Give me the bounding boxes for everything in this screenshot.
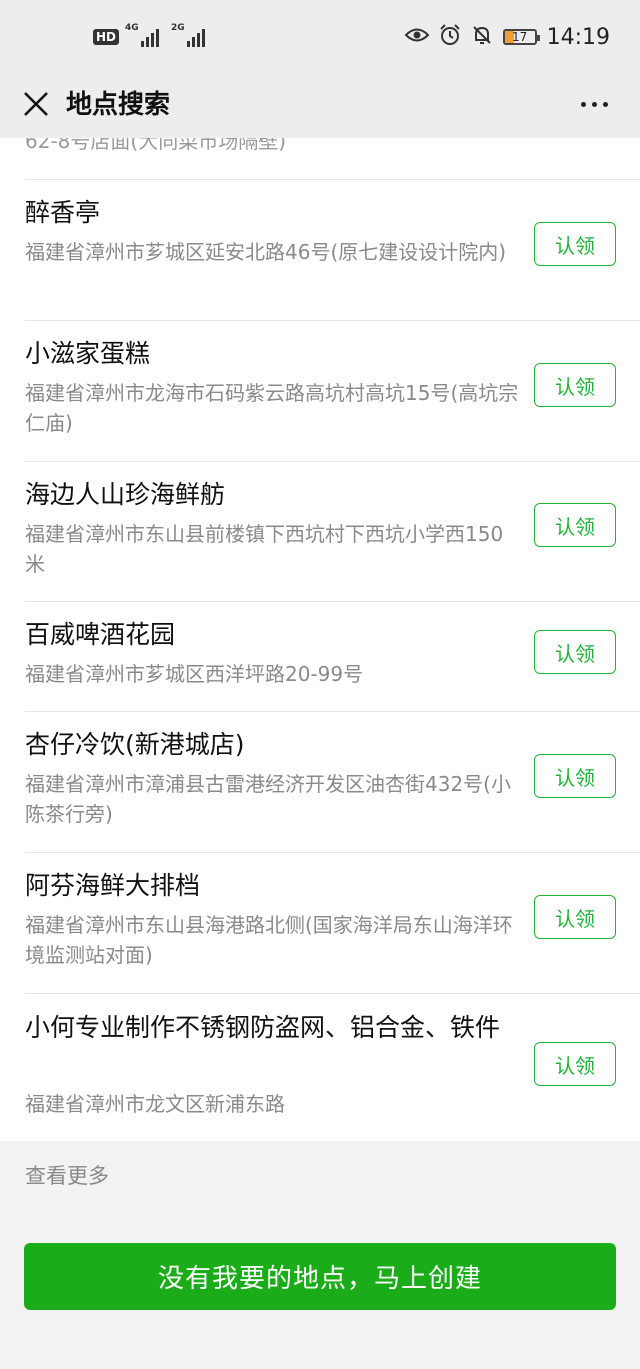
- list-item[interactable]: 海边人山珍海鲜舫 福建省漳州市东山县前楼镇下西坑村下西坑小学西150米 认领: [0, 462, 640, 602]
- eye-icon: [404, 25, 430, 49]
- list-item-partial-address: 62-8号店面(大同菜市场隔壁): [25, 138, 286, 153]
- hd-badge: HD: [93, 29, 120, 45]
- close-icon: [24, 92, 48, 116]
- battery-icon: 17: [502, 29, 540, 45]
- place-address: 福建省漳州市东山县前楼镇下西坑村下西坑小学西150米: [25, 522, 504, 576]
- place-name: 海边人山珍海鲜舫: [25, 480, 226, 509]
- place-address: 福建省漳州市龙海市石码紫云路高坑村高坑15号(高坑宗仁庙): [25, 381, 519, 435]
- place-address: 福建省漳州市芗城区延安北路46号(原七建设设计院内): [25, 240, 507, 264]
- create-place-button[interactable]: 没有我要的地点，马上创建: [24, 1243, 616, 1310]
- place-name: 阿芬海鲜大排档: [25, 871, 201, 900]
- more-dots-icon: [580, 101, 586, 107]
- place-address: 福建省漳州市芗城区西洋坪路20-99号: [25, 662, 364, 686]
- list-item[interactable]: 小何专业制作不锈钢防盗网、铝合金、铁件 福建省漳州市龙文区新浦东路 认领: [0, 994, 640, 1141]
- status-bar: HD 4G 2G 17 14:19: [0, 0, 640, 72]
- alarm-icon: [439, 23, 461, 51]
- status-right: 17 14:19: [404, 22, 610, 52]
- see-more-link[interactable]: 查看更多: [25, 1161, 109, 1191]
- claim-button[interactable]: 认领: [534, 363, 616, 407]
- place-name: 杏仔冷饮(新港城店): [25, 730, 245, 759]
- claim-button[interactable]: 认领: [534, 895, 616, 939]
- signal-icon-1: 4G: [125, 23, 160, 47]
- list-item[interactable]: 杏仔冷饮(新港城店) 福建省漳州市漳浦县古雷港经济开发区油杏街432号(小陈茶行…: [0, 712, 640, 853]
- status-left: HD 4G 2G: [93, 23, 206, 50]
- place-list[interactable]: 62-8号店面(大同菜市场隔壁) 醉香亭 福建省漳州市芗城区延安北路46号(原七…: [0, 138, 640, 1141]
- page-title: 地点搜索: [66, 90, 171, 120]
- claim-button[interactable]: 认领: [534, 222, 616, 266]
- claim-button[interactable]: 认领: [534, 503, 616, 547]
- signal-icon-2: 2G: [171, 23, 206, 47]
- place-name: 百威啤酒花园: [25, 620, 176, 649]
- place-name: 醉香亭: [25, 198, 101, 227]
- list-item[interactable]: 小滋家蛋糕 福建省漳州市龙海市石码紫云路高坑村高坑15号(高坑宗仁庙) 认领: [0, 321, 640, 462]
- list-item[interactable]: 百威啤酒花园 福建省漳州市芗城区西洋坪路20-99号 认领: [0, 602, 640, 712]
- place-name: 小何专业制作不锈钢防盗网、铝合金、铁件: [25, 1013, 501, 1042]
- list-item[interactable]: 阿芬海鲜大排档 福建省漳州市东山县海港路北侧(国家海洋局东山海洋环境监测站对面)…: [0, 853, 640, 994]
- place-address: 福建省漳州市东山县海港路北侧(国家海洋局东山海洋环境监测站对面): [25, 913, 513, 967]
- place-name: 小滋家蛋糕: [25, 339, 151, 368]
- close-button[interactable]: [16, 84, 56, 124]
- claim-button[interactable]: 认领: [534, 754, 616, 798]
- place-address: 福建省漳州市龙文区新浦东路: [25, 1092, 285, 1116]
- nav-bar: 地点搜索: [0, 72, 640, 138]
- mute-bell-icon: [471, 24, 493, 51]
- list-item[interactable]: 醉香亭 福建省漳州市芗城区延安北路46号(原七建设设计院内) 认领: [0, 180, 640, 321]
- more-options-button[interactable]: [574, 84, 614, 124]
- status-time: 14:19: [546, 24, 610, 50]
- claim-button[interactable]: 认领: [534, 630, 616, 674]
- claim-button[interactable]: 认领: [534, 1042, 616, 1086]
- place-address: 福建省漳州市漳浦县古雷港经济开发区油杏街432号(小陈茶行旁): [25, 772, 511, 826]
